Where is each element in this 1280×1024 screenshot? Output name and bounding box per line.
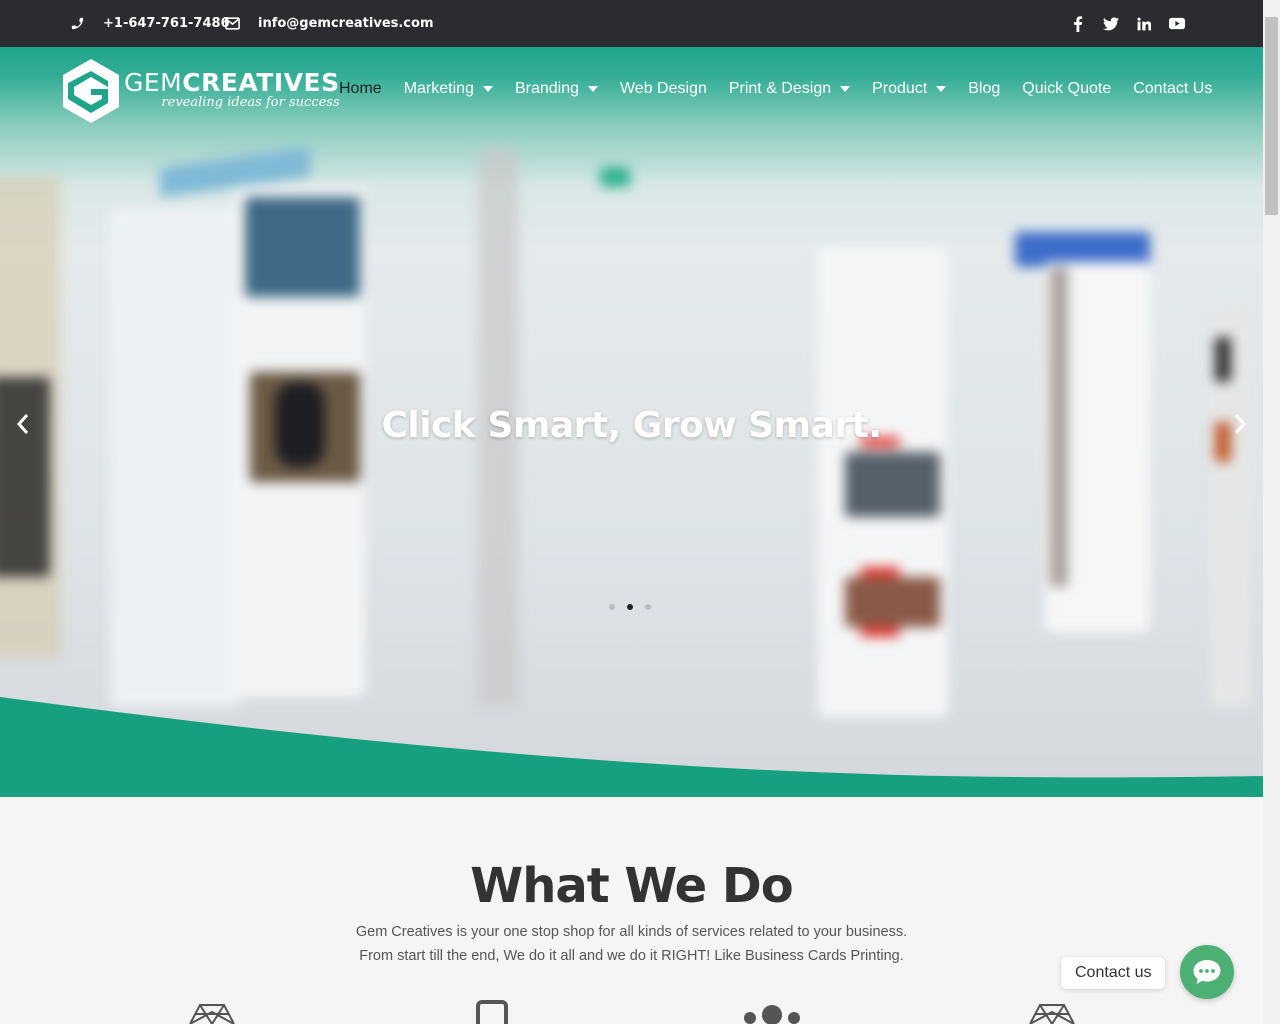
caret-down-icon: [840, 86, 851, 92]
logo[interactable]: GEMCREATIVES revealing ideas for success: [60, 57, 340, 125]
nav-item-product[interactable]: Product: [872, 80, 947, 98]
nav-item-label: Branding: [514, 80, 579, 97]
logo-tagline: revealing ideas for success: [161, 95, 340, 110]
contact-us-label[interactable]: Contact us: [1061, 957, 1166, 989]
logo-name: GEMCREATIVES: [124, 68, 340, 97]
main-nav: Home Marketing Branding Web Design Print & D…: [339, 80, 1234, 98]
nav-item-contact-us[interactable]: Contact Us: [1133, 80, 1212, 98]
gem-logo-icon: [63, 59, 119, 123]
twitter-icon[interactable]: [1103, 16, 1119, 32]
hero-title: Click Smart, Grow Smart.: [381, 405, 882, 446]
facebook-icon[interactable]: [1070, 15, 1086, 32]
chevron-right-icon: [1234, 414, 1247, 434]
slider-next-button[interactable]: [1225, 409, 1255, 439]
slider-dot[interactable]: [627, 604, 633, 610]
top-bar: +1-647-761-7486 info@gemcreatives.com: [0, 0, 1263, 47]
hero-wave-divider: [0, 697, 1263, 797]
nav-item-marketing[interactable]: Marketing: [404, 80, 493, 98]
nav-item-label: Print & Design: [728, 80, 832, 97]
chevron-left-icon: [16, 414, 29, 434]
nav-item-label: Quick Quote: [1022, 80, 1112, 97]
nav-item-print-design[interactable]: Print & Design: [728, 80, 851, 98]
hero-slider: Click Smart, Grow Smart.: [0, 47, 1263, 797]
nav-item-quick-quote[interactable]: Quick Quote: [1022, 80, 1111, 98]
nav-item-label: Web Design: [619, 80, 707, 97]
nav-item-branding[interactable]: Branding: [515, 80, 598, 98]
caret-down-icon: [587, 86, 598, 92]
caret-down-icon: [936, 86, 947, 92]
slider-prev-button[interactable]: [8, 409, 38, 439]
email-link[interactable]: info@gemcreatives.com: [225, 0, 434, 47]
page-scrollbar[interactable]: [1263, 0, 1280, 1024]
nav-item-label: Product: [872, 80, 928, 97]
nav-item-blog[interactable]: Blog: [968, 80, 1000, 98]
nav-item-home[interactable]: Home: [339, 80, 382, 98]
phone-icon: [71, 17, 84, 30]
mobile-icon: [476, 1000, 508, 1024]
section-title: What We Do: [470, 858, 793, 914]
social-links: [1070, 0, 1185, 47]
nav-item-label: Blog: [968, 80, 1001, 97]
envelope-icon: [225, 17, 240, 30]
phone-number: +1-647-761-7486: [103, 16, 230, 31]
section-description-line1: Gem Creatives is your one stop shop for …: [355, 924, 908, 940]
phone-link[interactable]: +1-647-761-7486: [70, 0, 230, 47]
chat-bubble-icon: [1193, 960, 1221, 984]
nav-item-web-design[interactable]: Web Design: [620, 80, 707, 98]
geodesic-icon: [189, 1004, 235, 1024]
slider-dot[interactable]: [609, 604, 615, 610]
nav-item-label: Marketing: [403, 80, 474, 97]
geodesic-icon-2: [1029, 1004, 1075, 1024]
scrollbar-thumb[interactable]: [1265, 17, 1278, 215]
email-address: info@gemcreatives.com: [258, 16, 434, 31]
network-icon: [744, 1005, 800, 1024]
youtube-icon[interactable]: [1169, 16, 1185, 32]
nav-item-label: Contact Us: [1133, 80, 1213, 97]
nav-item-label: Home: [339, 80, 382, 97]
caret-down-icon: [482, 86, 493, 92]
contact-us-button[interactable]: [1180, 945, 1234, 999]
slider-pagination: [609, 604, 651, 610]
slider-dot[interactable]: [645, 604, 651, 610]
linkedin-icon[interactable]: [1136, 16, 1152, 32]
